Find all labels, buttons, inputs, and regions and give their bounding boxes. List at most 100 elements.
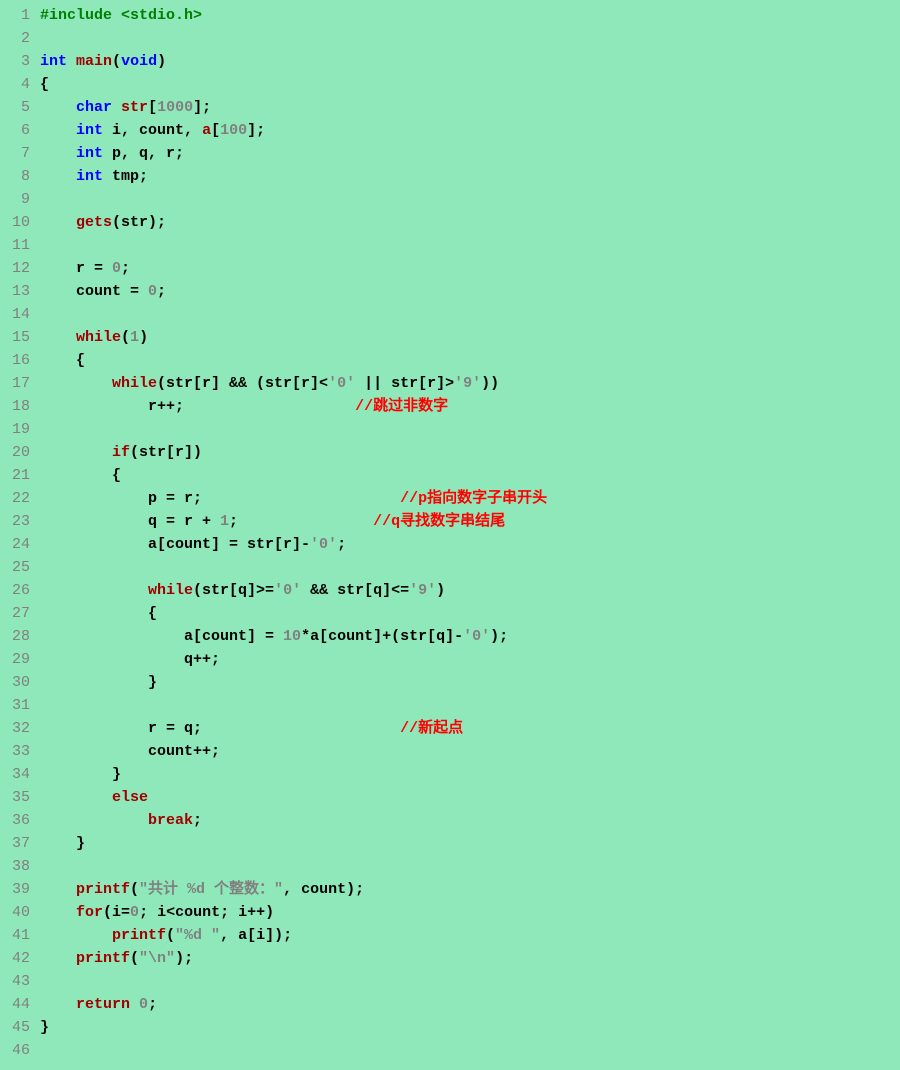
token-num: 100 [220, 122, 247, 139]
code-line: 39 printf("共计 %d 个整数：", count); [0, 878, 900, 901]
line-number: 35 [0, 786, 40, 809]
token-cmt: //新起点 [400, 720, 463, 737]
code-content: char str[1000]; [40, 96, 900, 119]
code-line: 2 [0, 27, 900, 50]
token-pun: ; [121, 260, 130, 277]
line-number: 24 [0, 533, 40, 556]
token-id: p, q, r; [103, 145, 184, 162]
token-str: '0' [310, 536, 337, 553]
token-pun: { [40, 76, 49, 93]
code-line: 33 count++; [0, 740, 900, 763]
token-fn: printf [76, 950, 130, 967]
token-id: count++; [40, 743, 220, 760]
code-content: if(str[r]) [40, 441, 900, 464]
code-line: 3int main(void) [0, 50, 900, 73]
token-num: 1 [130, 329, 139, 346]
line-number: 1 [0, 4, 40, 27]
token-pun: [ [211, 122, 220, 139]
line-number: 26 [0, 579, 40, 602]
token-fn: while [76, 329, 121, 346]
token-num: 0 [139, 996, 148, 1013]
line-number: 22 [0, 487, 40, 510]
token-str: '9' [454, 375, 481, 392]
line-number: 6 [0, 119, 40, 142]
token-id: a[count] = str[r]- [40, 536, 310, 553]
token-id: p = r; [40, 490, 400, 507]
code-block: 1#include <stdio.h>23int main(void)4{5 c… [0, 0, 900, 1070]
code-content [40, 556, 900, 579]
code-line: 9 [0, 188, 900, 211]
code-content: #include <stdio.h> [40, 4, 900, 27]
line-number: 30 [0, 671, 40, 694]
code-line: 38 [0, 855, 900, 878]
line-number: 18 [0, 395, 40, 418]
line-number: 40 [0, 901, 40, 924]
line-number: 29 [0, 648, 40, 671]
code-line: 5 char str[1000]; [0, 96, 900, 119]
token-id [40, 904, 76, 921]
token-fn: gets [76, 214, 112, 231]
token-pun: [ [148, 99, 157, 116]
code-line: 14 [0, 303, 900, 326]
token-id [40, 444, 112, 461]
token-num: 0 [112, 260, 121, 277]
token-pun: )) [481, 375, 499, 392]
token-pun: ( [130, 881, 139, 898]
token-fn: if [112, 444, 130, 461]
code-content: r = 0; [40, 257, 900, 280]
line-number: 3 [0, 50, 40, 73]
line-number: 37 [0, 832, 40, 855]
code-content: int i, count, a[100]; [40, 119, 900, 142]
token-id [40, 122, 76, 139]
line-number: 44 [0, 993, 40, 1016]
code-line: 37 } [0, 832, 900, 855]
token-id: { [40, 605, 157, 622]
code-content [40, 234, 900, 257]
token-fn: printf [76, 881, 130, 898]
token-fn: a [202, 122, 211, 139]
token-cmt: //p指向数字子串开头 [400, 490, 547, 507]
line-number: 32 [0, 717, 40, 740]
code-content [40, 27, 900, 50]
line-number: 33 [0, 740, 40, 763]
code-line: 8 int tmp; [0, 165, 900, 188]
code-content [40, 188, 900, 211]
token-str: "%d " [175, 927, 220, 944]
line-number: 23 [0, 510, 40, 533]
code-content: while(str[q]>='0' && str[q]<='9') [40, 579, 900, 602]
code-line: 19 [0, 418, 900, 441]
code-line: 45} [0, 1016, 900, 1039]
code-line: 12 r = 0; [0, 257, 900, 280]
code-line: 10 gets(str); [0, 211, 900, 234]
line-number: 46 [0, 1039, 40, 1062]
token-pun: ]; [193, 99, 211, 116]
token-id [40, 582, 148, 599]
code-line: 41 printf("%d ", a[i]); [0, 924, 900, 947]
code-line: 27 { [0, 602, 900, 625]
code-line: 35 else [0, 786, 900, 809]
token-cmt: //跳过非数字 [355, 398, 448, 415]
code-content: a[count] = str[r]-'0'; [40, 533, 900, 556]
line-number: 31 [0, 694, 40, 717]
token-num: 0 [130, 904, 139, 921]
token-pun: ( [166, 927, 175, 944]
line-number: 17 [0, 372, 40, 395]
token-pun: ( [112, 53, 121, 70]
token-id: i, count, [103, 122, 202, 139]
code-line: 15 while(1) [0, 326, 900, 349]
token-id: a[count] = [40, 628, 283, 645]
line-number: 20 [0, 441, 40, 464]
token-fn: break [148, 812, 193, 829]
token-pun: && str[q]<= [301, 582, 409, 599]
token-id: r++; [40, 398, 355, 415]
code-line: 42 printf("\n"); [0, 947, 900, 970]
code-content [40, 1039, 900, 1062]
code-content [40, 970, 900, 993]
code-line: 17 while(str[r] && (str[r]<'0' || str[r]… [0, 372, 900, 395]
line-number: 11 [0, 234, 40, 257]
line-number: 25 [0, 556, 40, 579]
code-line: 7 int p, q, r; [0, 142, 900, 165]
line-number: 8 [0, 165, 40, 188]
token-id [130, 996, 139, 1013]
code-line: 46 [0, 1039, 900, 1062]
